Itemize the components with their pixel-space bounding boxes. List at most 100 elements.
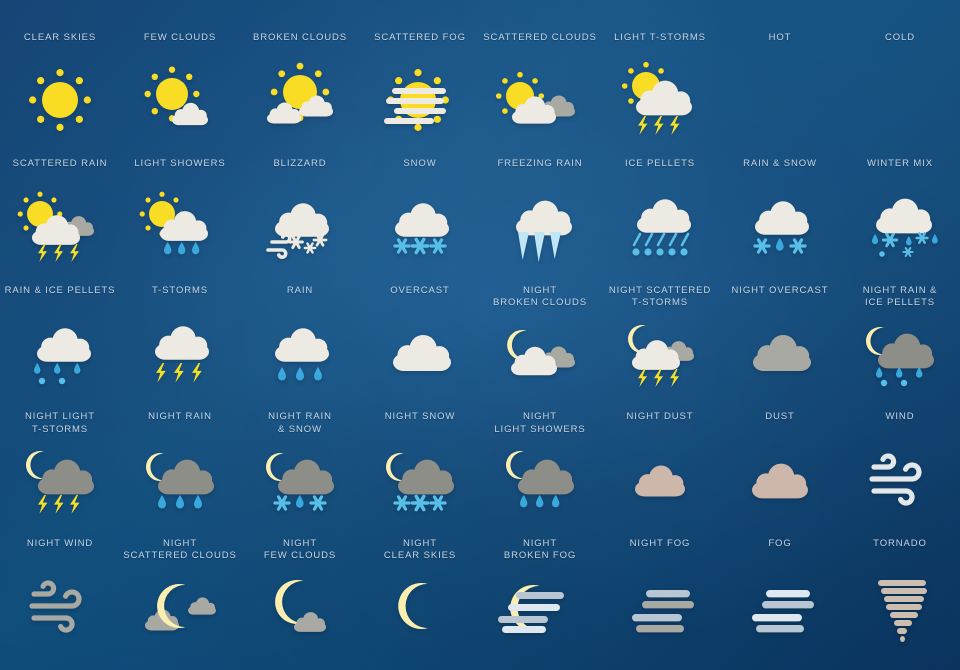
icon-label-cold: COLD [885, 32, 915, 43]
icon-label-fog: FOG [768, 537, 792, 549]
icon-cell-wind[interactable]: WIND [840, 409, 960, 535]
icon-cell-rain[interactable]: RAIN [240, 283, 360, 409]
icon-cell-night-scattered-t-storms[interactable]: NIGHT SCATTERED T-STORMS [600, 283, 720, 409]
freezing-rain-icon[interactable] [492, 184, 588, 266]
night-light-t-storms-icon[interactable] [12, 437, 108, 519]
icon-cell-blizzard[interactable]: BLIZZARD [240, 156, 360, 282]
icon-cell-night-rain[interactable]: NIGHT RAIN [120, 409, 240, 535]
rain-icon[interactable] [252, 311, 348, 393]
icon-cell-night-clear-skies[interactable]: NIGHT CLEAR SKIES [360, 536, 480, 662]
icon-cell-winter-mix[interactable]: WINTER MIX [840, 156, 960, 282]
icon-cell-night-rain-and-ice-pellets[interactable]: NIGHT RAIN & ICE PELLETS [840, 283, 960, 409]
icon-label-night-few-clouds: NIGHT FEW CLOUDS [263, 537, 337, 562]
scattered-rain-icon[interactable] [12, 184, 108, 266]
night-rain-icon[interactable] [132, 437, 228, 519]
night-broken-fog-icon[interactable] [492, 564, 588, 646]
icon-cell-hot[interactable]: HOT [720, 30, 840, 156]
snow-icon[interactable] [372, 184, 468, 266]
icon-label-night-scattered-t-storms: NIGHT SCATTERED T-STORMS [608, 284, 712, 309]
icon-label-winter-mix: WINTER MIX [867, 158, 933, 170]
icon-cell-night-rain-and-snow[interactable]: NIGHT RAIN & SNOW [240, 409, 360, 535]
rain-and-ice-pellets-icon[interactable] [12, 311, 108, 393]
icon-cell-night-broken-clouds[interactable]: NIGHT BROKEN CLOUDS [480, 283, 600, 409]
icon-cell-night-light-t-storms[interactable]: NIGHT LIGHT T-STORMS [0, 409, 120, 535]
clear-skies-icon[interactable] [12, 58, 108, 140]
icon-cell-night-light-showers[interactable]: NIGHT LIGHT SHOWERS [480, 409, 600, 535]
icon-cell-overcast[interactable]: OVERCAST [360, 283, 480, 409]
icon-cell-scattered-clouds[interactable]: SCATTERED CLOUDS [480, 30, 600, 156]
tornado-icon[interactable] [852, 564, 948, 646]
overcast-icon[interactable] [372, 311, 468, 393]
icon-cell-t-storms[interactable]: T-STORMS [120, 283, 240, 409]
weather-icon-sheet: CLEAR SKIES FEW CLOUDS BROKEN CLOUDS SCATTE… [0, 0, 960, 670]
scattered-clouds-icon[interactable] [492, 58, 588, 140]
icon-label-snow: SNOW [403, 158, 437, 170]
cold-icon[interactable] [852, 58, 948, 140]
icon-cell-broken-clouds[interactable]: BROKEN CLOUDS [240, 30, 360, 156]
icon-label-rain: RAIN [286, 284, 314, 296]
icon-cell-night-snow[interactable]: NIGHT SNOW [360, 409, 480, 535]
night-scattered-t-storms-icon[interactable] [612, 311, 708, 393]
icon-cell-rain-and-ice-pellets[interactable]: RAIN & ICE PELLETS [0, 283, 120, 409]
icon-cell-light-showers[interactable]: LIGHT SHOWERS [120, 156, 240, 282]
icon-label-night-light-showers: NIGHT LIGHT SHOWERS [494, 411, 586, 435]
icon-cell-freezing-rain[interactable]: FREEZING RAIN [480, 156, 600, 282]
icon-label-night-broken-clouds: NIGHT BROKEN CLOUDS [492, 284, 588, 309]
icon-cell-few-clouds[interactable]: FEW CLOUDS [120, 30, 240, 156]
winter-mix-icon[interactable] [852, 184, 948, 266]
icon-cell-rain-and-snow[interactable]: RAIN & SNOW [720, 156, 840, 282]
ice-pellets-icon[interactable] [612, 184, 708, 266]
icon-cell-fog[interactable]: FOG [720, 536, 840, 662]
icon-label-wind: WIND [885, 411, 915, 423]
icon-cell-night-scattered-clouds[interactable]: NIGHT SCATTERED CLOUDS [120, 536, 240, 662]
icon-cell-night-dust[interactable]: NIGHT DUST [600, 409, 720, 535]
scattered-fog-icon[interactable] [372, 58, 468, 140]
icon-cell-clear-skies[interactable]: CLEAR SKIES [0, 30, 120, 156]
night-clear-skies-icon[interactable] [372, 564, 468, 646]
icon-cell-scattered-fog[interactable]: SCATTERED FOG [360, 30, 480, 156]
blizzard-icon[interactable] [252, 184, 348, 266]
icon-label-night-broken-fog: NIGHT BROKEN FOG [503, 537, 577, 562]
night-few-clouds-icon[interactable] [252, 564, 348, 646]
night-wind-icon[interactable] [12, 564, 108, 646]
icon-label-night-dust: NIGHT DUST [626, 411, 694, 423]
icon-cell-night-few-clouds[interactable]: NIGHT FEW CLOUDS [240, 536, 360, 662]
icon-label-t-storms: T-STORMS [151, 284, 209, 296]
night-dust-icon[interactable] [612, 437, 708, 519]
icon-cell-light-t-storms[interactable]: LIGHT T-STORMS [600, 30, 720, 156]
night-overcast-icon[interactable] [732, 311, 828, 393]
icon-label-clear-skies: CLEAR SKIES [23, 32, 97, 43]
night-snow-icon[interactable] [372, 437, 468, 519]
icon-cell-dust[interactable]: DUST [720, 409, 840, 535]
broken-clouds-icon[interactable] [252, 58, 348, 140]
icon-cell-snow[interactable]: SNOW [360, 156, 480, 282]
icon-cell-cold[interactable]: COLD [840, 30, 960, 156]
icon-cell-night-wind[interactable]: NIGHT WIND [0, 536, 120, 662]
dust-icon[interactable] [732, 437, 828, 519]
icon-label-hot: HOT [768, 32, 792, 43]
icon-label-broken-clouds: BROKEN CLOUDS [252, 32, 348, 43]
night-fog-icon[interactable] [612, 564, 708, 646]
hot-icon[interactable] [732, 58, 828, 140]
icon-cell-ice-pellets[interactable]: ICE PELLETS [600, 156, 720, 282]
light-showers-icon[interactable] [132, 184, 228, 266]
icon-label-night-scattered-clouds: NIGHT SCATTERED CLOUDS [123, 537, 237, 562]
icon-cell-tornado[interactable]: TORNADO [840, 536, 960, 662]
icon-label-rain-and-snow: RAIN & SNOW [743, 158, 817, 170]
icon-cell-night-overcast[interactable]: NIGHT OVERCAST [720, 283, 840, 409]
icon-cell-night-fog[interactable]: NIGHT FOG [600, 536, 720, 662]
night-rain-and-snow-icon[interactable] [252, 437, 348, 519]
rain-and-snow-icon[interactable] [732, 184, 828, 266]
night-rain-and-ice-pellets-icon[interactable] [852, 311, 948, 393]
night-broken-clouds-icon[interactable] [492, 311, 588, 393]
icon-cell-night-broken-fog[interactable]: NIGHT BROKEN FOG [480, 536, 600, 662]
fog-icon[interactable] [732, 564, 828, 646]
light-t-storms-icon[interactable] [612, 58, 708, 140]
icon-label-night-clear-skies: NIGHT CLEAR SKIES [383, 537, 457, 562]
t-storms-icon[interactable] [132, 311, 228, 393]
night-scattered-clouds-icon[interactable] [132, 564, 228, 646]
few-clouds-icon[interactable] [132, 58, 228, 140]
icon-cell-scattered-rain[interactable]: SCATTERED RAIN [0, 156, 120, 282]
wind-icon[interactable] [852, 437, 948, 519]
night-light-showers-icon[interactable] [492, 437, 588, 519]
